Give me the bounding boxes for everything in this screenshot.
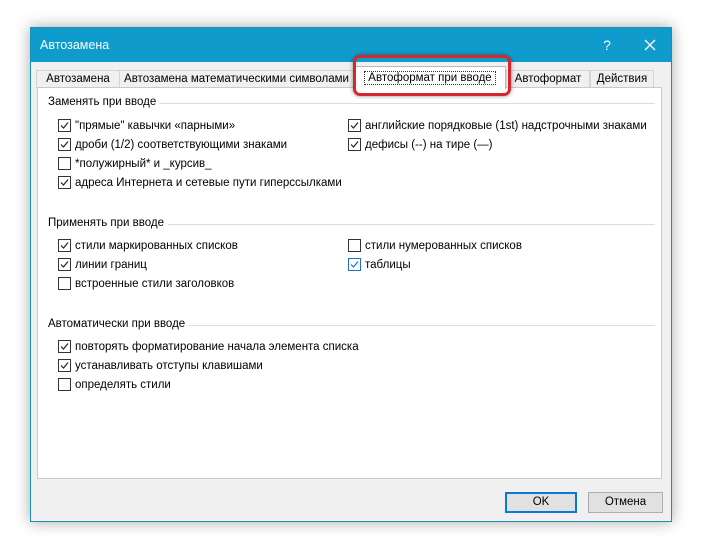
checkbox[interactable] xyxy=(58,277,71,290)
checkbox[interactable] xyxy=(58,239,71,252)
checkbox[interactable] xyxy=(58,157,71,170)
autocorrect-dialog: Автозамена ? Автозамена Автозамена матем… xyxy=(30,27,672,522)
checkmark-icon xyxy=(350,122,359,129)
checkbox[interactable] xyxy=(348,119,361,132)
tab-actions[interactable]: Действия xyxy=(590,70,654,88)
option-label: встроенные стили заголовков xyxy=(75,278,235,290)
checkbox[interactable] xyxy=(58,340,71,353)
option-label: "прямые" кавычки «парными» xyxy=(75,120,236,132)
help-button[interactable]: ? xyxy=(599,37,615,53)
option-label: повторять форматирование начала элемента… xyxy=(75,341,359,353)
option-label: определять стили xyxy=(75,379,171,391)
group-title-auto: Автоматически при вводе xyxy=(48,318,190,330)
ok-button[interactable]: OK xyxy=(505,492,577,513)
checkbox[interactable] xyxy=(58,378,71,391)
tab-strip: Автозамена Автозамена математическими си… xyxy=(31,62,671,89)
option-label: дроби (1/2) соответствующими знаками xyxy=(75,139,288,151)
option-label: линии границ xyxy=(75,259,147,271)
option-label: стили нумерованных списков xyxy=(365,240,522,252)
option-label: таблицы xyxy=(365,259,411,271)
cancel-button[interactable]: Отмена xyxy=(588,492,663,513)
checkbox[interactable] xyxy=(58,258,71,271)
highlight-frame xyxy=(353,55,511,96)
option-label: *полужирный* и _курсив_ xyxy=(75,158,212,170)
group-title-replace: Заменять при вводе xyxy=(48,96,161,108)
close-icon xyxy=(644,39,656,51)
checkbox[interactable] xyxy=(58,138,71,151)
checkmark-icon xyxy=(60,141,69,148)
tab-autoformat[interactable]: Автоформат xyxy=(506,70,590,88)
checkbox[interactable] xyxy=(58,176,71,189)
checkmark-icon xyxy=(350,141,359,148)
tab-panel: Заменять при вводе "прямые" кавычки «пар… xyxy=(37,87,662,479)
option-label: английские порядковые (1st) надстрочными… xyxy=(365,120,647,132)
checkmark-icon xyxy=(60,343,69,350)
option-label: стили маркированных списков xyxy=(75,240,238,252)
group-title-apply: Применять при вводе xyxy=(48,217,168,229)
checkbox[interactable] xyxy=(348,239,361,252)
checkmark-icon xyxy=(60,179,69,186)
checkbox[interactable] xyxy=(58,119,71,132)
close-button[interactable] xyxy=(638,33,662,57)
checkbox[interactable] xyxy=(58,359,71,372)
checkmark-icon xyxy=(60,261,69,268)
window-title: Автозамена xyxy=(40,38,110,52)
tab-math-autocorrect[interactable]: Автозамена математическими символами xyxy=(119,70,354,88)
title-bar[interactable]: Автозамена ? xyxy=(31,28,671,62)
tab-autocorrect[interactable]: Автозамена xyxy=(36,70,120,88)
option-label: дефисы (--) на тире (—) xyxy=(365,139,493,151)
checkbox[interactable] xyxy=(348,138,361,151)
option-label: устанавливать отступы клавишами xyxy=(75,360,263,372)
checkmark-icon xyxy=(60,242,69,249)
checkmark-icon xyxy=(350,261,359,268)
checkmark-icon xyxy=(60,362,69,369)
checkbox[interactable] xyxy=(348,258,361,271)
option-label: адреса Интернета и сетевые пути гиперссы… xyxy=(75,177,342,189)
checkmark-icon xyxy=(60,122,69,129)
